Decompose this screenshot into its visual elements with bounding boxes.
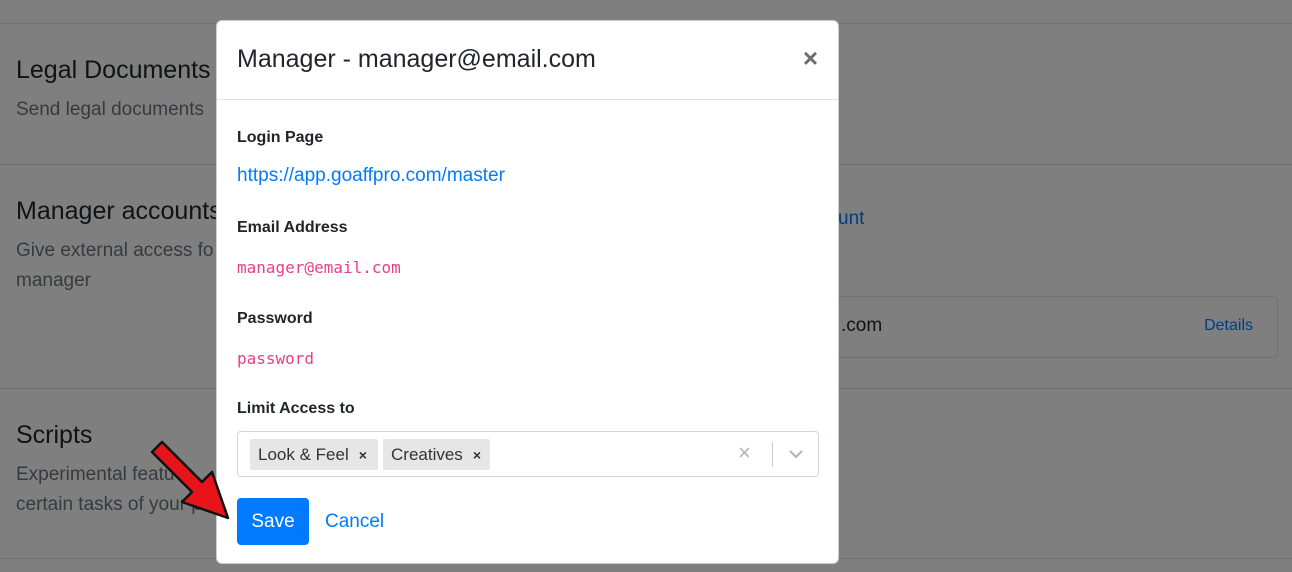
clear-icon[interactable]: × xyxy=(738,442,751,464)
tag-remove-icon[interactable]: × xyxy=(355,447,375,463)
limit-access-select[interactable]: Look & Feel × Creatives × × xyxy=(237,431,819,477)
select-separator xyxy=(772,442,773,467)
login-page-label: Login Page xyxy=(237,129,324,146)
login-page-link[interactable]: https://app.goaffpro.com/master xyxy=(237,165,505,187)
tag-remove-icon[interactable]: × xyxy=(469,447,489,463)
close-button[interactable]: × xyxy=(803,45,818,71)
save-button[interactable]: Save xyxy=(237,498,309,545)
tag-creatives: Creatives × xyxy=(383,439,490,470)
tag-look-and-feel: Look & Feel × xyxy=(250,439,378,470)
modal-title: Manager - manager@email.com xyxy=(237,45,596,73)
chevron-down-icon[interactable] xyxy=(786,444,806,469)
email-address-value: manager@email.com xyxy=(237,258,401,277)
modal-header: Manager - manager@email.com × xyxy=(217,21,838,100)
password-label: Password xyxy=(237,310,313,327)
red-arrow-annotation xyxy=(150,440,230,520)
email-address-label: Email Address xyxy=(237,219,348,236)
tag-label: Look & Feel xyxy=(258,444,349,464)
limit-access-label: Limit Access to xyxy=(237,400,355,417)
manager-modal: Manager - manager@email.com × Login Page… xyxy=(216,20,839,564)
cancel-button[interactable]: Cancel xyxy=(325,511,384,533)
tag-label: Creatives xyxy=(391,444,463,464)
password-value: password xyxy=(237,349,315,368)
